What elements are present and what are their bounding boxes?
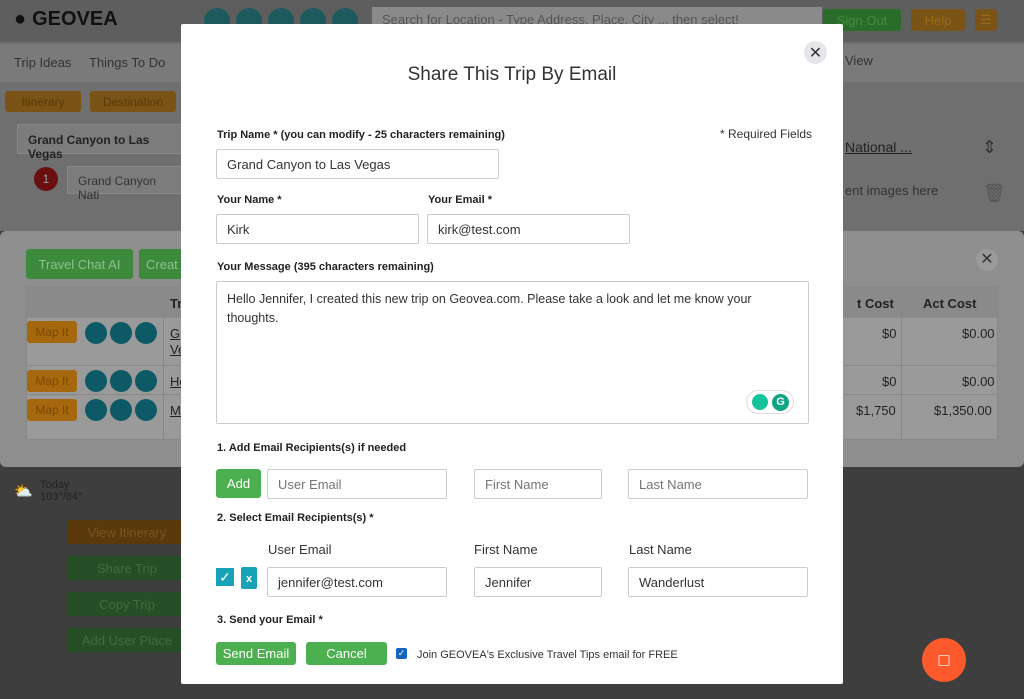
act-cost: $1,350.00	[934, 403, 992, 418]
grammarly-widget[interactable]: G	[746, 390, 794, 414]
cancel-button[interactable]: Cancel	[306, 642, 387, 665]
tab-things-to-do[interactable]: Things To Do	[89, 55, 165, 70]
close-icon[interactable]: ✕	[804, 41, 827, 64]
step3-label: 3. Send your Email *	[217, 614, 323, 626]
step2-label: 2. Select Email Recipients(s) *	[217, 512, 374, 524]
share-trip-button[interactable]: Share Trip	[67, 556, 187, 580]
destination-button[interactable]: Destination	[90, 91, 176, 112]
message-textarea[interactable]: Hello Jennifer, I created this new trip …	[216, 281, 809, 424]
close-icon[interactable]: ✕	[976, 249, 998, 271]
delete-icon[interactable]	[110, 399, 132, 421]
tab-trip-ideas[interactable]: Trip Ideas	[14, 55, 71, 70]
new-last-name-input[interactable]	[628, 469, 808, 499]
row-name[interactable]: M	[170, 403, 181, 418]
delete-icon[interactable]	[110, 370, 132, 392]
row-name[interactable]: G	[170, 326, 180, 341]
est-cost: $1,750	[856, 403, 896, 418]
pin-icon: ●	[14, 8, 27, 30]
recipient-first-name[interactable]: Jennifer	[474, 567, 602, 597]
col-first-name: First Name	[474, 542, 538, 557]
your-email-label: Your Email *	[428, 194, 492, 206]
your-email-input[interactable]: kirk@test.com	[427, 214, 630, 244]
map-it-button[interactable]: Map It	[27, 321, 77, 343]
est-cost: $0	[882, 326, 897, 341]
modal-title: Share This Trip By Email	[407, 64, 617, 85]
trash-icon[interactable]: x	[241, 567, 257, 589]
trip-name-input[interactable]: Grand Canyon to Las Vegas	[216, 149, 499, 179]
place-link[interactable]: National ...	[845, 139, 912, 155]
recipient-checkbox[interactable]: ✓	[216, 568, 234, 586]
weather-icon: ⛅	[14, 483, 33, 500]
map-it-button[interactable]: Map It	[27, 399, 77, 421]
trip-select[interactable]: Grand Canyon to Las Vegas	[17, 124, 187, 161]
add-user-place-button[interactable]: Add User Place	[67, 628, 187, 652]
images-hint: ent images here	[845, 183, 939, 198]
recipient-email[interactable]: jennifer@test.com	[267, 567, 447, 597]
grammarly-icon[interactable]: G	[772, 394, 789, 411]
trash-icon[interactable]: 🗑	[983, 183, 1006, 204]
message-label: Your Message (395 characters remaining)	[217, 261, 434, 273]
step1-label: 1. Add Email Recipients(s) if needed	[217, 442, 407, 454]
act-cost: $0.00	[962, 374, 995, 389]
map-it-button[interactable]: Map It	[27, 370, 77, 392]
new-first-name-input[interactable]	[474, 469, 602, 499]
stop-number-badge: 1	[34, 167, 58, 191]
add-recipient-button[interactable]: Add	[216, 469, 261, 498]
help-icon[interactable]	[135, 370, 157, 392]
menu-icon[interactable]: ☰	[975, 9, 997, 31]
column-header: Act Cost	[923, 296, 977, 311]
delete-icon[interactable]	[110, 322, 132, 344]
reorder-icon[interactable]: ⇕	[982, 137, 997, 158]
logo[interactable]: ● GEOVEA	[14, 8, 118, 31]
share-icon[interactable]	[85, 322, 107, 344]
column-header: t Cost	[857, 296, 894, 311]
travel-chat-ai-button[interactable]: Travel Chat AI	[26, 249, 133, 279]
view-itinerary-button[interactable]: View Itinerary	[67, 520, 187, 544]
share-icon[interactable]	[85, 370, 107, 392]
act-cost: $0.00	[962, 326, 995, 341]
weather: Today 103°/84°	[40, 479, 82, 503]
lightbulb-icon[interactable]	[752, 394, 768, 410]
help-button[interactable]: Help	[911, 9, 965, 31]
trip-name-label: Trip Name * (you can modify - 25 charact…	[217, 129, 505, 141]
share-icon[interactable]	[85, 399, 107, 421]
col-last-name: Last Name	[629, 542, 692, 557]
chat-launcher-icon[interactable]: □	[922, 638, 966, 682]
recipient-last-name[interactable]: Wanderlust	[628, 567, 808, 597]
col-user-email: User Email	[268, 542, 332, 557]
itinerary-button[interactable]: Itinerary	[5, 91, 81, 112]
newsletter-checkbox[interactable]: ✓	[396, 648, 407, 659]
help-icon[interactable]	[135, 399, 157, 421]
help-icon[interactable]	[135, 322, 157, 344]
send-email-button[interactable]: Send Email	[216, 642, 296, 665]
weather-day: Today	[40, 479, 70, 491]
weather-temp: 103°/84°	[40, 491, 83, 503]
your-name-input[interactable]: Kirk	[216, 214, 419, 244]
your-name-label: Your Name *	[217, 194, 282, 206]
tab-view[interactable]: View	[845, 53, 873, 68]
est-cost: $0	[882, 374, 897, 389]
copy-trip-button[interactable]: Copy Trip	[67, 592, 187, 616]
share-trip-modal: ✕ Share This Trip By Email Trip Name * (…	[181, 24, 843, 684]
newsletter-label: Join GEOVEA's Exclusive Travel Tips emai…	[417, 649, 678, 661]
new-user-email-input[interactable]	[267, 469, 447, 499]
stop-name[interactable]: Grand Canyon Nati	[67, 166, 187, 202]
required-note: * Required Fields	[720, 127, 813, 141]
